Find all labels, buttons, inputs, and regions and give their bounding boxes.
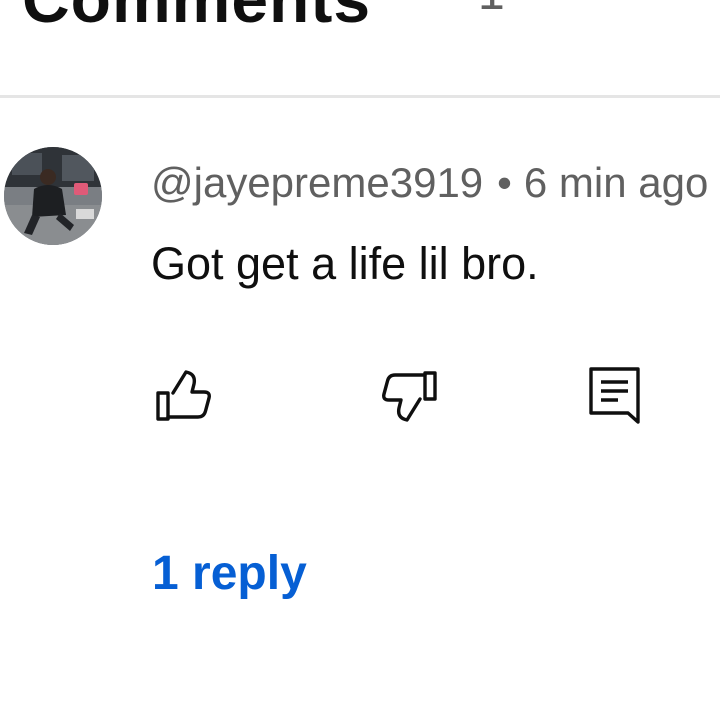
avatar-photo-icon (4, 147, 102, 245)
view-replies-link[interactable]: 1 reply (152, 545, 307, 603)
comment-meta: @jayepreme3919 • 6 min ago (151, 157, 708, 209)
meta-separator: • (497, 159, 512, 206)
thumbs-up-icon (156, 370, 211, 421)
comment-body: Got get a life lil bro. (151, 238, 539, 289)
comment-timestamp: 6 min ago (523, 159, 709, 206)
comments-count: 1 (478, 0, 505, 18)
header-divider (0, 95, 720, 98)
comment-author[interactable]: @jayepreme3919 (151, 159, 483, 206)
like-button[interactable] (148, 362, 218, 432)
thumbs-down-icon (382, 371, 437, 422)
reply-button[interactable] (582, 360, 652, 430)
comments-title: Comments (22, 0, 371, 32)
user-avatar[interactable] (4, 147, 102, 245)
comments-header: Comments 1 (0, 0, 720, 97)
reply-comment-icon (589, 367, 640, 424)
dislike-button[interactable] (377, 362, 447, 432)
